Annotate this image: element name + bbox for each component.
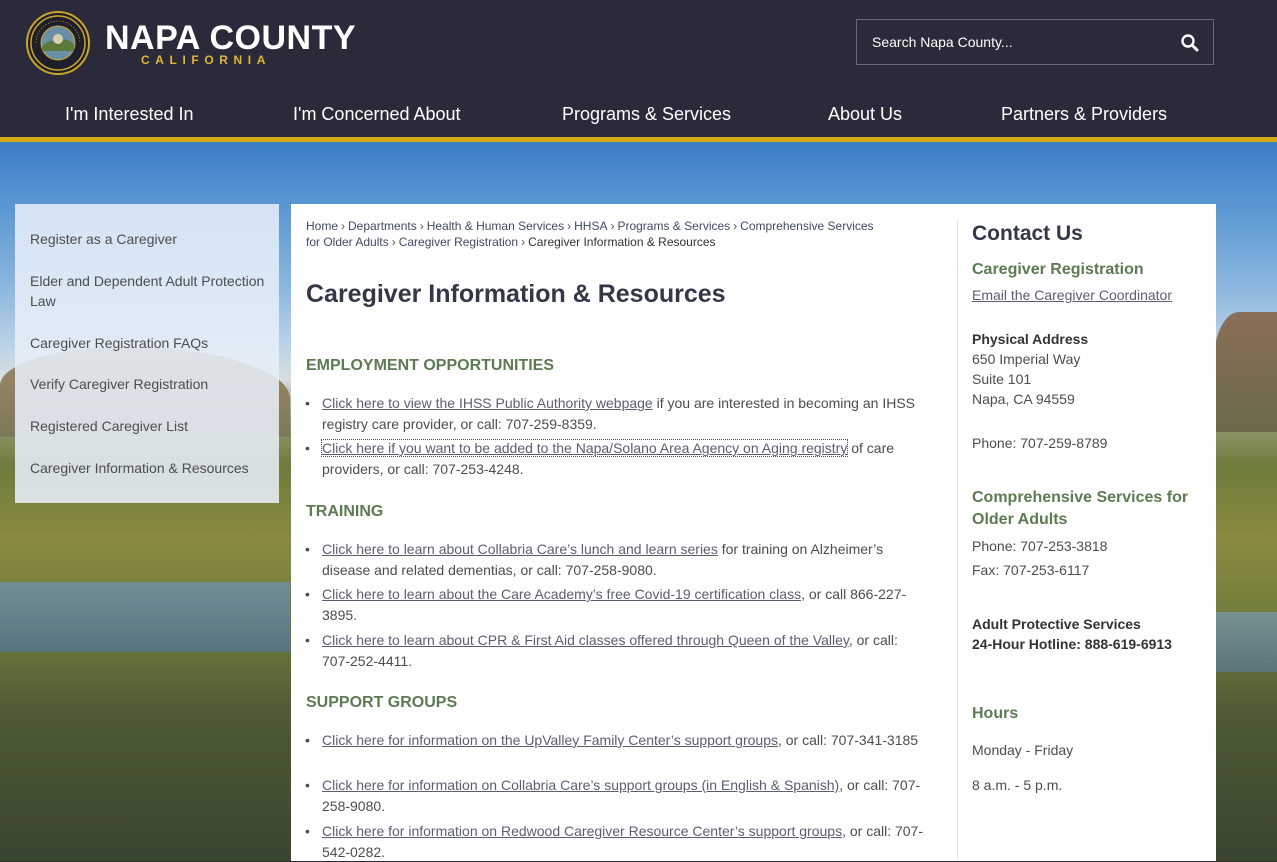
collabria-support-link[interactable]: Click here for information on Collabria … <box>322 777 839 793</box>
breadcrumb-separator: › <box>419 219 424 233</box>
main-navigation: I'm Interested In I'm Concerned About Pr… <box>0 92 1277 137</box>
breadcrumb-separator: › <box>521 235 526 249</box>
nav-item-about-us[interactable]: About Us <box>828 104 902 125</box>
logo-title: NAPA COUNTY <box>105 19 357 57</box>
breadcrumb-home[interactable]: Home <box>306 219 338 233</box>
list-item: • Click here to view the IHSS Public Auth… <box>305 393 927 434</box>
aps-hotline: 24-Hour Hotline: 888-619-6913 <box>972 636 1172 652</box>
hours-heading: Hours <box>972 705 1019 722</box>
breadcrumb-separator: › <box>733 219 738 233</box>
address-line: 650 Imperial Way <box>972 351 1081 367</box>
search-button[interactable] <box>1179 32 1201 54</box>
list-item: • Click here to learn about CPR & First A… <box>305 630 927 671</box>
aps-label: Adult Protective Services <box>972 616 1141 632</box>
nav-item-concerned-about[interactable]: I'm Concerned About <box>293 104 461 125</box>
list-item-text: , or call: 707-341-3185 <box>777 732 919 748</box>
area-agency-registry-link[interactable]: Click here if you want to be added to th… <box>320 439 849 457</box>
contact-phone: Phone: 707-259-8789 <box>972 435 1108 451</box>
breadcrumb-caregiver-registration[interactable]: Caregiver Registration <box>399 235 518 249</box>
care-academy-covid-link[interactable]: Click here to learn about the Care Acade… <box>322 586 801 602</box>
bullet-icon: • <box>305 440 310 456</box>
section-heading-training: TRAINING <box>306 503 384 520</box>
breadcrumb-departments[interactable]: Departments <box>348 219 417 233</box>
sidebar-item-registered-list[interactable]: Registered Caregiver List <box>30 416 270 436</box>
bullet-icon: • <box>305 732 310 748</box>
bullet-icon: • <box>305 632 310 648</box>
list-item: • Click here for information on Collabria… <box>305 775 927 816</box>
main-content: Home › Departments › Health & Human Services… <box>291 204 1216 861</box>
nav-item-interested-in[interactable]: I'm Interested In <box>65 104 194 125</box>
address-label: Physical Address <box>972 331 1089 347</box>
contact-older-adults-heading: Comprehensive Services for Older Adults <box>972 489 1189 528</box>
upvalley-support-link[interactable]: Click here for information on the UpVall… <box>322 732 778 748</box>
sidebar-item-protection-law[interactable]: Elder and Dependent Adult Protection Law <box>30 271 270 311</box>
seal-icon <box>30 15 86 71</box>
bullet-icon: • <box>305 586 310 602</box>
county-seal-logo[interactable] <box>26 11 90 75</box>
sidebar-nav: Register as a Caregiver Elder and Depend… <box>15 204 279 503</box>
ihss-public-authority-link[interactable]: Click here to view the IHSS Public Autho… <box>322 395 653 411</box>
email-coordinator-link[interactable]: Email the Caregiver Coordinator <box>972 287 1172 303</box>
list-item: • Click here for information on Redwood C… <box>305 821 927 862</box>
breadcrumb-separator: › <box>567 219 572 233</box>
address-line: Napa, CA 94559 <box>972 391 1075 407</box>
hours-time: 8 a.m. - 5 p.m. <box>972 777 1063 793</box>
sidebar-item-verify-registration[interactable]: Verify Caregiver Registration <box>30 374 270 394</box>
search-box <box>856 19 1214 65</box>
list-item: • Click here if you want to be added to t… <box>305 438 927 479</box>
search-input[interactable] <box>857 20 1167 64</box>
background-water-left <box>0 582 290 652</box>
contact-phone: Phone: 707-253-3818 <box>972 538 1108 554</box>
breadcrumb-separator: › <box>610 219 615 233</box>
cpr-first-aid-link[interactable]: Click here to learn about CPR & First Ai… <box>322 632 849 648</box>
redwood-support-link[interactable]: Click here for information on Redwood Ca… <box>322 823 842 839</box>
bullet-icon: • <box>305 777 310 793</box>
contact-fax: Fax: 707-253-6117 <box>972 562 1090 578</box>
bullet-icon: • <box>305 541 310 557</box>
breadcrumb-current: Caregiver Information & Resources <box>528 235 716 249</box>
breadcrumb-programs-services[interactable]: Programs & Services <box>617 219 730 233</box>
search-icon <box>1181 34 1199 52</box>
address-line: Suite 101 <box>972 371 1032 387</box>
section-heading-support-groups: SUPPORT GROUPS <box>306 694 458 711</box>
column-divider <box>957 220 958 860</box>
bullet-icon: • <box>305 823 310 839</box>
breadcrumb: Home › Departments › Health & Human Services… <box>306 218 886 250</box>
breadcrumb-separator: › <box>341 219 346 233</box>
sidebar-item-register-caregiver[interactable]: Register as a Caregiver <box>30 229 270 249</box>
site-header: NAPA COUNTY CALIFORNIA I'm Interested In… <box>0 0 1277 141</box>
list-item: • Click here for information on the UpVal… <box>305 730 927 751</box>
background-water-right <box>1216 612 1277 672</box>
nav-item-partners-providers[interactable]: Partners & Providers <box>1001 104 1167 125</box>
sidebar-item-registration-faqs[interactable]: Caregiver Registration FAQs <box>30 333 270 353</box>
site-logo-text[interactable]: NAPA COUNTY CALIFORNIA <box>105 19 356 67</box>
page-title: Caregiver Information & Resources <box>306 280 726 308</box>
nav-item-programs-services[interactable]: Programs & Services <box>562 104 731 125</box>
list-item: • Click here to learn about Collabria Car… <box>305 539 927 580</box>
bullet-icon: • <box>305 395 310 411</box>
contact-title: Contact Us <box>972 222 1083 245</box>
contact-registration-heading: Caregiver Registration <box>972 261 1144 278</box>
list-item: • Click here to learn about the Care Acad… <box>305 584 927 625</box>
collabria-lunch-learn-link[interactable]: Click here to learn about Collabria Care… <box>322 541 718 557</box>
background-hill-right <box>1214 312 1277 432</box>
hours-days: Monday - Friday <box>972 742 1074 758</box>
section-heading-employment: EMPLOYMENT OPPORTUNITIES <box>306 357 555 374</box>
sidebar-item-information-resources[interactable]: Caregiver Information & Resources <box>30 458 270 478</box>
breadcrumb-hhsa[interactable]: HHSA <box>574 219 607 233</box>
breadcrumb-health-human-services[interactable]: Health & Human Services <box>427 219 564 233</box>
breadcrumb-separator: › <box>391 235 396 249</box>
